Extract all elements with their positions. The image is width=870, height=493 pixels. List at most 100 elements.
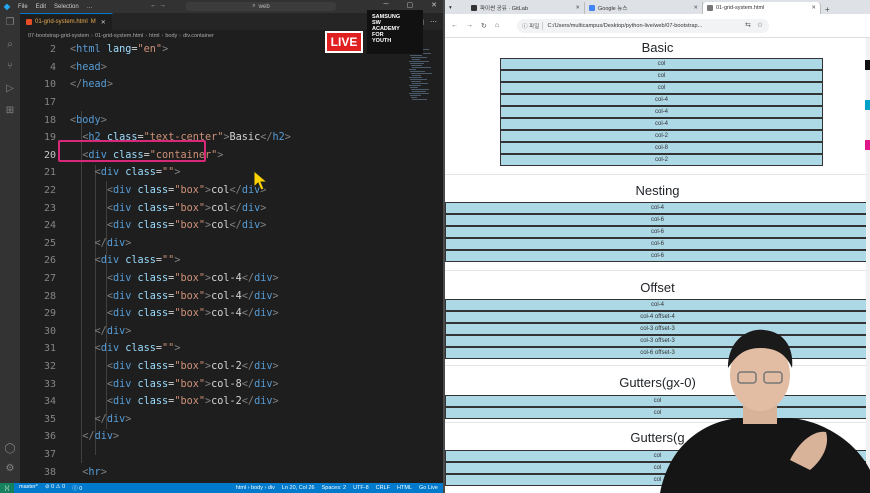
browser-tab-grid-system[interactable]: 01-grid-system.html ✕ (703, 2, 821, 14)
forward-icon[interactable]: → (466, 22, 473, 30)
command-center[interactable]: ⌕ web (186, 2, 336, 11)
minimap-line (410, 79, 427, 80)
line-number: 21 (43, 167, 56, 179)
bookmark-star-icon[interactable]: ☆ (757, 21, 763, 29)
code-line[interactable]: 4 <head> (20, 59, 406, 77)
breadcrumb-separator-icon: › (91, 32, 93, 39)
code-line[interactable]: 35 </div> (20, 411, 406, 429)
minimap-line (412, 83, 428, 84)
line-number: 32 (43, 361, 56, 373)
close-tab-icon[interactable]: ✕ (101, 19, 106, 26)
code-text: <div class=""> (94, 343, 181, 355)
site-info[interactable]: ⓘ 파일 (522, 22, 544, 30)
code-line[interactable]: 24 <div class="box">col</div> (20, 217, 406, 235)
grid-box: col-2 (500, 130, 823, 142)
menu-item[interactable]: … (87, 4, 93, 10)
search-icon[interactable]: ⌕ (4, 39, 16, 51)
logo-line: YOUTH (372, 38, 392, 44)
menu-item[interactable]: Edit (36, 4, 46, 10)
browser-tab-label: Google 뉴스 (598, 6, 628, 12)
code-line[interactable]: 21 <div class=""> (20, 164, 406, 182)
breadcrumb-item[interactable]: 01-grid-system.html (95, 33, 143, 39)
indentation[interactable]: Spaces: 2 (322, 485, 346, 491)
code-line[interactable]: 17 (20, 94, 406, 112)
nav-arrows-icon[interactable]: ← → (150, 2, 166, 9)
code-line[interactable]: 36 </div> (20, 428, 406, 446)
code-line[interactable]: 34 <div class="box">col-2</div> (20, 393, 406, 411)
extensions-icon[interactable]: ⊞ (4, 105, 16, 117)
grid-container: col-4 col-6 col-6 col-6 col-6 (445, 202, 870, 262)
code-line[interactable]: 30 </div> (20, 323, 406, 341)
browser-tab-label: 01-grid-system.html (716, 5, 765, 11)
branch-status[interactable]: master* (19, 484, 38, 492)
menu-item[interactable]: Selection (54, 4, 79, 10)
close-tab-icon[interactable]: ✕ (693, 5, 698, 11)
code-line[interactable]: 26 <div class=""> (20, 252, 406, 270)
maximize-icon[interactable]: ▢ (407, 1, 414, 9)
file-favicon (707, 5, 713, 11)
code-editor[interactable]: 2 <html lang="en"> 4 <head> 10 </head> 17 18 <bo… (20, 41, 406, 483)
close-tab-icon[interactable]: ✕ (575, 5, 580, 11)
run-debug-icon[interactable]: ▷ (4, 83, 16, 95)
code-line[interactable]: 28 <div class="box">col-4</div> (20, 287, 406, 305)
explorer-icon[interactable]: ❐ (4, 17, 16, 29)
menu-item[interactable]: File (18, 4, 28, 10)
tab-list-icon[interactable]: ▾ (445, 2, 467, 14)
line-ending[interactable]: CRLF (376, 485, 390, 491)
source-control-icon[interactable]: ⑂ (4, 61, 16, 73)
back-icon[interactable]: ← (451, 22, 458, 30)
minimap[interactable] (406, 41, 443, 483)
new-tab-icon[interactable]: + (825, 5, 830, 14)
encoding[interactable]: UTF-8 (353, 485, 369, 491)
vscode-window: ◆ File Edit Selection … ← → ⌕ web ─ ▢ ✕ ❐ ⌕… (0, 0, 443, 493)
breadcrumb-item[interactable]: div.container (183, 33, 214, 39)
code-line[interactable]: 22 <div class="box">col</div> (20, 182, 406, 200)
code-line[interactable]: 37 (20, 446, 406, 464)
side-panel-icon[interactable] (865, 140, 870, 150)
side-panel-icon[interactable] (865, 100, 870, 110)
remote-icon[interactable]: ⟩⟨ (0, 483, 14, 493)
code-text: <div class=""> (94, 167, 181, 179)
tab-grid-system[interactable]: 01-grid-system.html M ✕ (20, 13, 113, 30)
minimap-line (409, 61, 429, 62)
code-line[interactable]: 27 <div class="box">col-4</div> (20, 270, 406, 288)
problems-status[interactable]: ⊘ 0 ⚠ 0 (45, 484, 65, 492)
code-line[interactable]: 10 </head> (20, 76, 406, 94)
home-icon[interactable]: ⌂ (495, 22, 499, 30)
ports-status[interactable]: Ⓘ 0 (72, 484, 82, 492)
go-live-button[interactable]: Go Live (419, 485, 438, 491)
breadcrumb-item[interactable]: html (149, 33, 159, 39)
reload-icon[interactable]: ↻ (481, 22, 487, 30)
breadcrumb-item[interactable]: 07-bootstrap-grid-system (28, 33, 89, 39)
code-line[interactable]: 29 <div class="box">col-4</div> (20, 305, 406, 323)
close-icon[interactable]: ✕ (431, 1, 437, 9)
address-bar[interactable]: ⓘ 파일 C:/Users/multicampus/Desktop/python… (517, 19, 769, 33)
code-line[interactable]: 25 </div> (20, 235, 406, 253)
html-file-icon (26, 19, 32, 25)
gear-icon[interactable]: ⚙ (4, 463, 16, 475)
cursor-position[interactable]: Ln 20, Col 26 (282, 485, 315, 491)
code-line[interactable]: 33 <div class="box">col-8</div> (20, 375, 406, 393)
line-number: 20 (43, 149, 56, 161)
code-text: </div> (82, 431, 120, 443)
minimize-icon[interactable]: ─ (384, 1, 389, 9)
grid-box: col-4 (500, 94, 823, 106)
browser-tab-news[interactable]: Google 뉴스 ✕ (585, 2, 703, 14)
close-tab-icon[interactable]: ✕ (811, 5, 816, 11)
more-actions-icon[interactable]: ⋯ (430, 18, 437, 26)
language-mode[interactable]: HTML (397, 485, 412, 491)
translate-icon[interactable]: ⇆ (745, 21, 751, 29)
browser-tab-gitlab[interactable]: 파이썬 공유 · GitLab ✕ (467, 2, 585, 14)
code-line[interactable]: 38 <hr> (20, 463, 406, 481)
code-line[interactable]: 31 <div class=""> (20, 340, 406, 358)
side-panel-icon[interactable] (865, 60, 870, 70)
account-icon[interactable]: ◯ (4, 443, 16, 455)
ssafy-logo: SAMSUNG SW ACADEMY FOR YOUTH (367, 10, 423, 54)
breadcrumb-item[interactable]: body (165, 33, 177, 39)
minimap-line (410, 63, 424, 64)
code-line[interactable]: 18 <body> (20, 111, 406, 129)
tab-label: 01-grid-system.html (35, 19, 88, 25)
code-line[interactable]: 32 <div class="box">col-2</div> (20, 358, 406, 376)
grid-box: col-4 (445, 202, 870, 214)
code-line[interactable]: 23 <div class="box">col</div> (20, 199, 406, 217)
